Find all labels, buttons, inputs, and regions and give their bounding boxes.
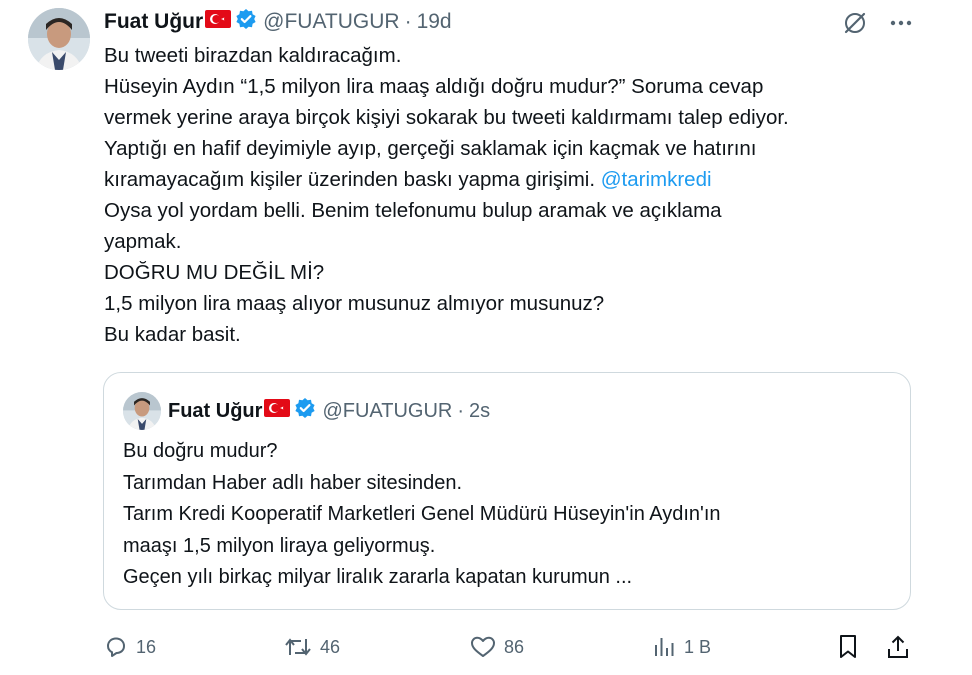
timestamp[interactable]: 19d (417, 10, 452, 34)
quoted-handle[interactable]: @FUATUGUR (322, 400, 452, 423)
separator-dot: · (457, 399, 465, 422)
quoted-tweet[interactable]: Fuat Uğur @FUATUGUR · 2s Bu doğru mudur?… (103, 372, 911, 610)
turkey-flag-icon (264, 399, 291, 423)
tweet-line: Oysa yol yordam belli. Benim telefonumu … (104, 199, 722, 222)
tweet-header: Fuat Uğur @FUATUGUR · 19d (104, 6, 452, 38)
tweet[interactable]: Fuat Uğur @FUATUGUR · 19d Bu tweeti bira… (0, 0, 972, 675)
author-handle[interactable]: @FUATUGUR (263, 10, 399, 34)
grok-icon[interactable] (842, 10, 868, 36)
action-bar: 16 46 86 1 B (104, 628, 914, 666)
reply-count: 16 (136, 636, 157, 657)
author-name[interactable]: Fuat Uğur (104, 10, 203, 34)
views-button[interactable]: 1 B (652, 635, 711, 659)
retweet-count: 46 (320, 636, 341, 657)
quoted-timestamp[interactable]: 2s (469, 400, 490, 423)
quoted-line: Geçen yılı birkaç milyar liralık zararla… (123, 566, 633, 588)
quoted-line: Tarımdan Haber adlı haber sitesinden. (123, 471, 463, 494)
quoted-line: Bu doğru mudur? (123, 440, 278, 462)
tweet-line: kıramayacağım kişiler üzerinden baskı ya… (104, 164, 934, 195)
tweet-line: Hüseyin Aydın “1,5 milyon lira maaş aldı… (104, 75, 764, 98)
tweet-line: vermek yerine araya birçok kişiyi sokara… (104, 106, 789, 129)
more-icon[interactable] (890, 19, 912, 27)
tweet-line: yapmak. (104, 230, 182, 253)
heart-icon (471, 636, 495, 657)
top-actions (842, 10, 912, 36)
tweet-text: Bu tweeti birazdan kaldıracağım. Hüseyin… (104, 40, 934, 350)
bookmark-button[interactable] (837, 634, 859, 660)
bookmark-icon (840, 635, 856, 658)
share-button[interactable] (886, 634, 910, 660)
tweet-line: Yaptığı en hafif deyimiyle ayıp, gerçeği… (104, 137, 757, 160)
tweet-line: Bu kadar basit. (104, 323, 241, 346)
like-count: 86 (504, 636, 525, 657)
views-icon (655, 638, 674, 656)
separator-dot: · (404, 10, 412, 33)
quoted-author-name[interactable]: Fuat Uğur (168, 400, 262, 423)
quoted-line: Tarım Kredi Kooperatif Marketleri Genel … (123, 503, 721, 525)
mention-link[interactable]: @tarimkredi (601, 168, 712, 191)
tweet-line: 1,5 milyon lira maaş alıyor musunuz almı… (104, 292, 605, 315)
quoted-text: Bu doğru mudur? Tarımdan Haber adlı habe… (123, 436, 893, 594)
tweet-line: Bu tweeti birazdan kaldıracağım. (104, 44, 402, 67)
turkey-flag-icon (205, 10, 232, 34)
like-button[interactable]: 86 (470, 635, 524, 659)
retweet-button[interactable]: 46 (284, 635, 340, 659)
tweet-line-text: kıramayacağım kişiler üzerinden baskı ya… (104, 168, 596, 191)
share-icon (888, 635, 908, 658)
retweet-icon (285, 638, 311, 656)
verified-badge-icon[interactable] (235, 8, 257, 36)
reply-icon (107, 637, 125, 657)
tweet-line: DOĞRU MU DEĞİL Mİ? (104, 261, 325, 284)
avatar[interactable] (28, 8, 90, 70)
quoted-header: Fuat Uğur @FUATUGUR · 2s (168, 395, 490, 427)
reply-button[interactable]: 16 (104, 635, 156, 659)
quoted-avatar[interactable] (123, 392, 161, 430)
quoted-line: maaşı 1,5 milyon liraya geliyormuş. (123, 534, 436, 557)
view-count: 1 B (684, 636, 712, 657)
verified-badge-icon[interactable] (294, 397, 316, 425)
